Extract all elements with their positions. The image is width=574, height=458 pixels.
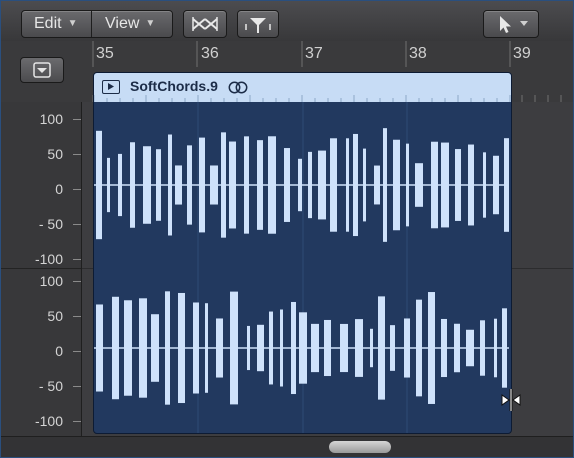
scale-tick bbox=[73, 316, 81, 317]
scale-tick bbox=[73, 281, 81, 282]
tool-menu-button[interactable] bbox=[483, 10, 539, 38]
edit-view-segment: Edit ▼ View ▼ bbox=[21, 10, 173, 38]
view-menu-label: View bbox=[105, 15, 140, 32]
scroll-corner bbox=[1, 436, 82, 457]
scale-tick bbox=[73, 189, 81, 190]
scale-tick bbox=[73, 119, 81, 120]
bar-number: 37 bbox=[305, 45, 323, 62]
toolbar: Edit ▼ View ▼ bbox=[1, 1, 573, 42]
scale-label: 50 bbox=[47, 146, 63, 162]
region-header[interactable]: SoftChords.9 bbox=[94, 73, 511, 102]
resize-cursor-icon bbox=[501, 389, 521, 411]
amplitude-scale: 100 50 0 - 50 -100 100 50 0 - 50 -100 bbox=[1, 102, 82, 436]
scale-tick bbox=[73, 351, 81, 352]
audio-editor-window: Edit ▼ View ▼ 35 36 37 38 39 100 50 0 - … bbox=[0, 0, 574, 458]
crossfade-button[interactable] bbox=[183, 10, 227, 38]
scale-tick bbox=[73, 259, 81, 260]
bar-number: 36 bbox=[201, 45, 219, 62]
region-ruler-ticks bbox=[94, 95, 511, 102]
scrollbar-thumb[interactable] bbox=[329, 441, 391, 453]
scale-label: 100 bbox=[39, 111, 63, 127]
waveform-right-channel bbox=[94, 291, 509, 405]
crossfade-icon bbox=[192, 17, 218, 31]
scale-tick bbox=[73, 386, 81, 387]
scale-tick bbox=[73, 224, 81, 225]
channel-divider bbox=[1, 268, 81, 269]
scale-tick bbox=[73, 421, 81, 422]
view-menu-button[interactable]: View ▼ bbox=[105, 11, 155, 37]
track-header-area bbox=[1, 41, 82, 102]
bar-number: 35 bbox=[96, 45, 114, 62]
pointer-tool-icon bbox=[500, 16, 528, 33]
audio-region[interactable]: SoftChords.9 bbox=[93, 72, 512, 434]
scale-label: - 50 bbox=[38, 378, 63, 394]
scale-label: 50 bbox=[47, 308, 63, 324]
bar-number: 39 bbox=[513, 45, 531, 62]
scale-label: 100 bbox=[39, 273, 63, 289]
chevron-down-icon: ▼ bbox=[145, 18, 156, 29]
scale-label: - 50 bbox=[38, 216, 63, 232]
bar-number: 38 bbox=[409, 45, 427, 62]
waveform-left-channel bbox=[94, 128, 509, 242]
dropdown-icon bbox=[33, 62, 51, 78]
chevron-down-icon: ▼ bbox=[67, 18, 78, 29]
scale-label: 0 bbox=[55, 181, 63, 197]
scale-label: -100 bbox=[34, 251, 63, 267]
scale-tick bbox=[73, 154, 81, 155]
catch-playhead-button[interactable] bbox=[237, 10, 279, 38]
horizontal-scrollbar[interactable] bbox=[81, 436, 573, 457]
edit-menu-label: Edit bbox=[34, 15, 62, 32]
catch-playhead-icon bbox=[245, 18, 271, 33]
track-options-button[interactable] bbox=[20, 57, 64, 83]
edit-menu-button[interactable]: Edit ▼ bbox=[34, 11, 77, 37]
scale-label: 0 bbox=[55, 343, 63, 359]
waveform-display bbox=[94, 102, 509, 433]
scale-label: -100 bbox=[34, 413, 63, 429]
segment-divider bbox=[91, 11, 92, 37]
